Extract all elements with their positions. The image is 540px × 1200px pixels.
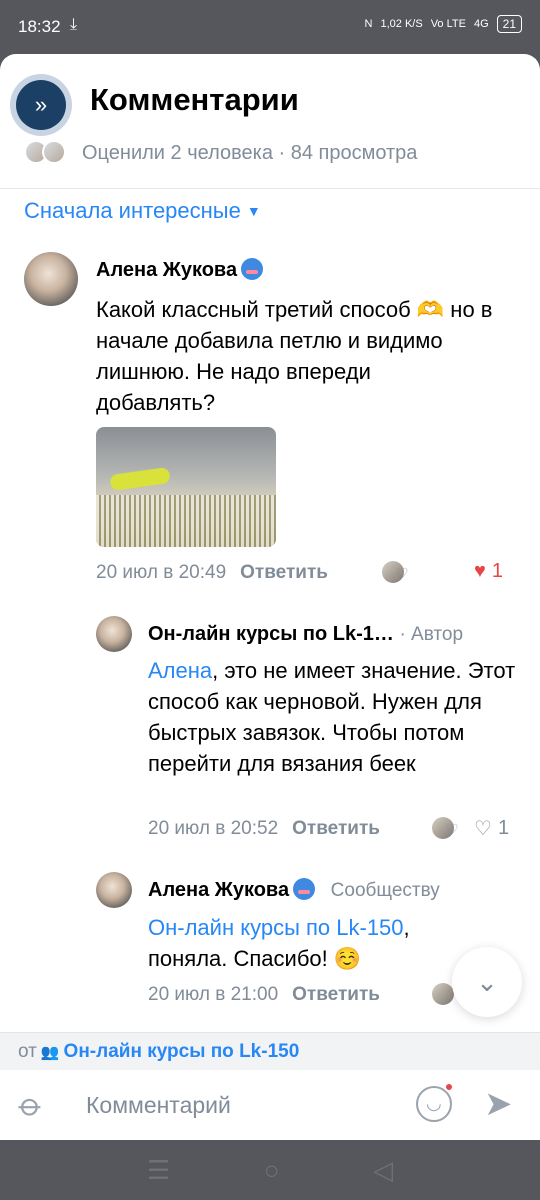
heart-outline-icon: ♡ — [474, 818, 492, 840]
collapse-button[interactable]: » — [10, 74, 72, 136]
reply-button[interactable]: Ответить — [292, 984, 380, 1005]
comment-text: Он-лайн курсы по Lk-150, поняла. Спасибо… — [148, 915, 410, 971]
reaction-stats[interactable]: Оценили 2 человека · 84 просмотра — [82, 142, 417, 165]
comment-meta: 20 июл в 20:52 Ответить — [148, 818, 380, 840]
volte-label: Vo LTE — [430, 18, 466, 30]
nfc-icon: N — [364, 18, 373, 30]
attach-icon[interactable]: ⌀ — [11, 1085, 51, 1125]
avatar — [42, 140, 66, 164]
notification-dot — [444, 1082, 454, 1092]
sort-dropdown[interactable]: Сначала интересные ▼ — [24, 198, 261, 224]
menu-icon[interactable]: ☰ — [147, 1155, 170, 1186]
status-time: 18:32 — [18, 17, 61, 36]
double-chevron-right-icon: » — [16, 80, 66, 130]
comment-meta: 20 июл в 20:49 Ответить — [96, 562, 328, 584]
liker-avatars[interactable]: ♡ — [432, 817, 460, 839]
system-nav-bar: ☰ ○ ◁ — [0, 1140, 540, 1200]
send-icon[interactable]: ➤ — [484, 1084, 513, 1124]
comments-sheet: » Комментарии Оценили 2 человека · 84 пр… — [0, 54, 540, 1140]
comment-photo[interactable] — [96, 427, 276, 547]
like-count: 1 — [497, 817, 510, 839]
signal-icon: 4G — [473, 18, 489, 30]
emoji-icon[interactable] — [416, 1082, 454, 1122]
comment-input[interactable]: Комментарий — [86, 1092, 231, 1119]
avatar — [432, 983, 454, 1005]
network-speed: 1,02 K/S — [380, 18, 423, 30]
author-tag: · Автор — [399, 624, 464, 645]
avatar[interactable] — [96, 616, 132, 652]
liker-avatars[interactable]: ♡ — [382, 561, 410, 583]
photo-detail — [96, 495, 276, 547]
comment-author[interactable]: Алена Жукова — [96, 257, 264, 282]
comment-author[interactable]: Алена Жукова Сообществу — [148, 877, 440, 902]
heart-outline-icon: ♡ — [396, 565, 409, 581]
post-as-bar[interactable]: от 👥 Он-лайн курсы по Lk-150 — [0, 1032, 540, 1070]
battery-icon: 21 — [496, 15, 522, 33]
like-button[interactable]: ♡ 1 — [474, 816, 509, 841]
photo-detail — [109, 466, 171, 492]
reply-button[interactable]: Ответить — [240, 562, 328, 583]
back-icon[interactable]: ◁ — [373, 1155, 393, 1186]
status-bar: 18:32 ⤓ N 1,02 K/S Vo LTE 4G 21 — [0, 0, 540, 54]
avatar[interactable] — [96, 872, 132, 908]
like-count: 1 — [491, 560, 503, 582]
comment-time: 20 июл в 21:00 — [148, 984, 279, 1005]
heart-filled-icon: ♥ — [474, 560, 486, 582]
mention-link[interactable]: Алена — [148, 658, 212, 683]
chevron-down-icon: ▼ — [246, 203, 261, 219]
status-icons: N 1,02 K/S Vo LTE 4G 21 — [365, 15, 522, 33]
divider — [0, 188, 540, 189]
reply-button[interactable]: Ответить — [292, 818, 380, 839]
home-icon[interactable]: ○ — [264, 1155, 280, 1186]
chevron-down-icon: ⌄ — [476, 966, 498, 997]
comment-author[interactable]: Он-лайн курсы по Lk-1… · Автор — [148, 623, 463, 646]
download-icon: ⤓ — [70, 16, 78, 33]
scroll-down-button[interactable]: ⌄ — [452, 947, 522, 1017]
badge-icon — [241, 257, 264, 280]
comment-text: Какой классный третий способ 🫶 но в нача… — [96, 297, 493, 415]
comment-meta: 20 июл в 21:00 Ответить — [148, 984, 380, 1006]
group-name[interactable]: Он-лайн курсы по Lk-150 — [64, 1041, 300, 1062]
from-label: от — [18, 1041, 37, 1062]
author-tag: Сообществу — [330, 880, 440, 901]
comment-time: 20 июл в 20:52 — [148, 818, 279, 839]
avatar[interactable] — [24, 252, 78, 306]
badge-icon — [293, 877, 316, 900]
page-title: Комментарии — [90, 82, 299, 117]
reactor-avatars[interactable] — [24, 140, 66, 164]
group-icon: 👥 — [40, 1044, 60, 1061]
mention-link[interactable]: Он-лайн курсы по Lk-150 — [148, 915, 404, 940]
sort-label: Сначала интересные — [24, 198, 241, 223]
heart-outline-icon: ♡ — [446, 821, 459, 837]
comment-text: Алена, это не имеет значение. Этот спосо… — [148, 658, 516, 776]
comment-composer: ⌀ Комментарий ➤ — [0, 1070, 540, 1140]
comment-time: 20 июл в 20:49 — [96, 562, 227, 583]
like-button[interactable]: ♥ 1 — [474, 560, 503, 583]
